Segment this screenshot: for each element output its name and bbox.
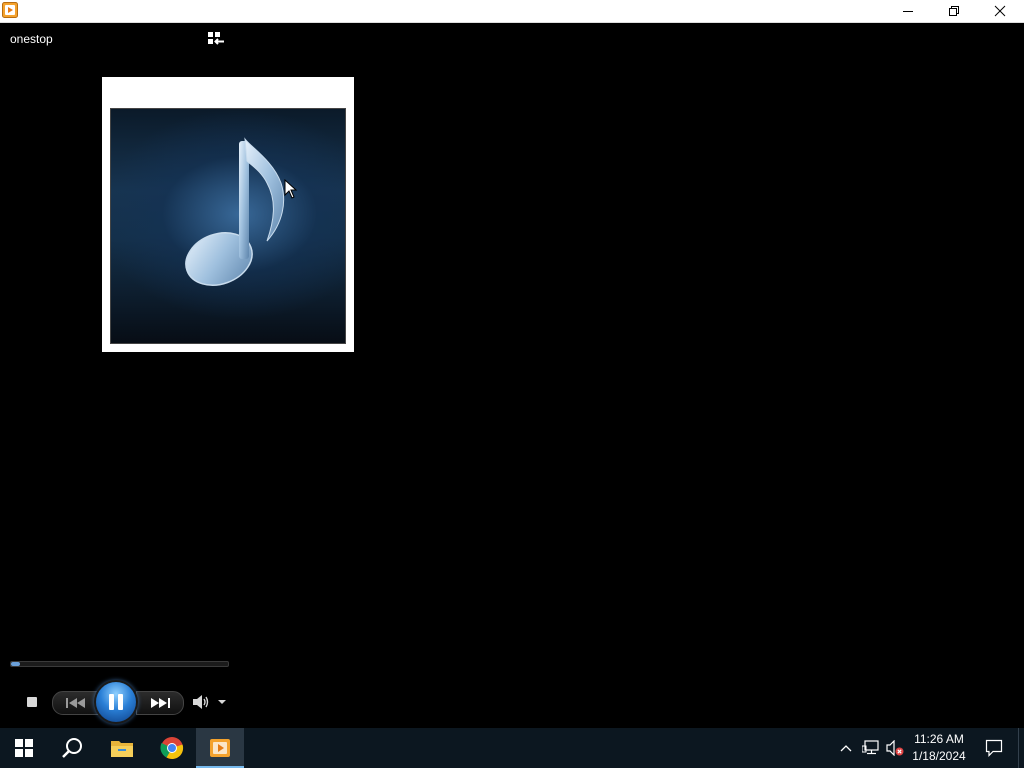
volume-dropdown[interactable]	[217, 698, 227, 706]
action-center-button[interactable]	[976, 728, 1012, 768]
media-player-taskbar-button[interactable]	[196, 728, 244, 768]
now-playing-view: onestop	[0, 23, 1024, 728]
switch-to-library-icon	[208, 32, 224, 45]
music-note-icon	[185, 137, 285, 286]
title-bar	[0, 0, 1024, 23]
media-player-icon[interactable]	[2, 2, 18, 18]
chrome-button[interactable]	[148, 728, 196, 768]
pause-icon	[107, 694, 125, 710]
search-icon	[62, 738, 82, 758]
previous-icon	[66, 698, 85, 708]
now-playing-title: onestop	[10, 32, 53, 46]
volume-muted-icon	[886, 740, 904, 756]
next-icon	[151, 698, 170, 708]
mute-button[interactable]	[192, 694, 210, 710]
next-button[interactable]	[136, 691, 184, 715]
clock-date: 1/18/2024	[912, 749, 966, 763]
start-button[interactable]	[0, 728, 48, 768]
system-clock[interactable]: 11:26 AM 1/18/2024	[906, 731, 972, 765]
close-button[interactable]	[977, 0, 1023, 22]
restore-button[interactable]	[931, 0, 977, 22]
play-pause-button[interactable]	[96, 682, 136, 722]
network-button[interactable]	[860, 728, 882, 768]
minimize-button[interactable]	[885, 0, 931, 22]
seek-bar-progress	[11, 662, 20, 666]
restore-icon	[949, 6, 959, 16]
previous-button[interactable]	[52, 691, 100, 715]
chevron-up-icon	[840, 745, 852, 752]
media-player-icon	[210, 739, 230, 757]
action-center-icon	[985, 739, 1003, 757]
album-art-frame	[102, 77, 354, 352]
mouse-cursor-icon	[284, 179, 298, 199]
album-art[interactable]	[110, 108, 346, 344]
stop-button[interactable]	[24, 693, 40, 711]
minimize-icon	[903, 11, 913, 12]
seek-bar[interactable]	[10, 661, 229, 667]
show-desktop-button[interactable]	[1018, 728, 1024, 768]
clock-time: 11:26 AM	[914, 732, 964, 746]
file-explorer-button[interactable]	[98, 728, 146, 768]
file-explorer-icon	[111, 741, 133, 757]
show-hidden-icons-button[interactable]	[836, 728, 856, 768]
windows-start-icon	[15, 739, 33, 757]
speaker-icon	[193, 695, 209, 709]
search-button[interactable]	[48, 728, 96, 768]
chrome-icon	[160, 737, 184, 760]
chevron-down-icon	[218, 700, 226, 704]
stop-icon	[27, 697, 37, 707]
volume-tray-button[interactable]	[884, 728, 906, 768]
switch-to-library-button[interactable]	[206, 30, 226, 48]
close-icon	[994, 5, 1006, 17]
taskbar: 11:26 AM 1/18/2024	[0, 728, 1024, 768]
network-icon	[862, 740, 879, 755]
